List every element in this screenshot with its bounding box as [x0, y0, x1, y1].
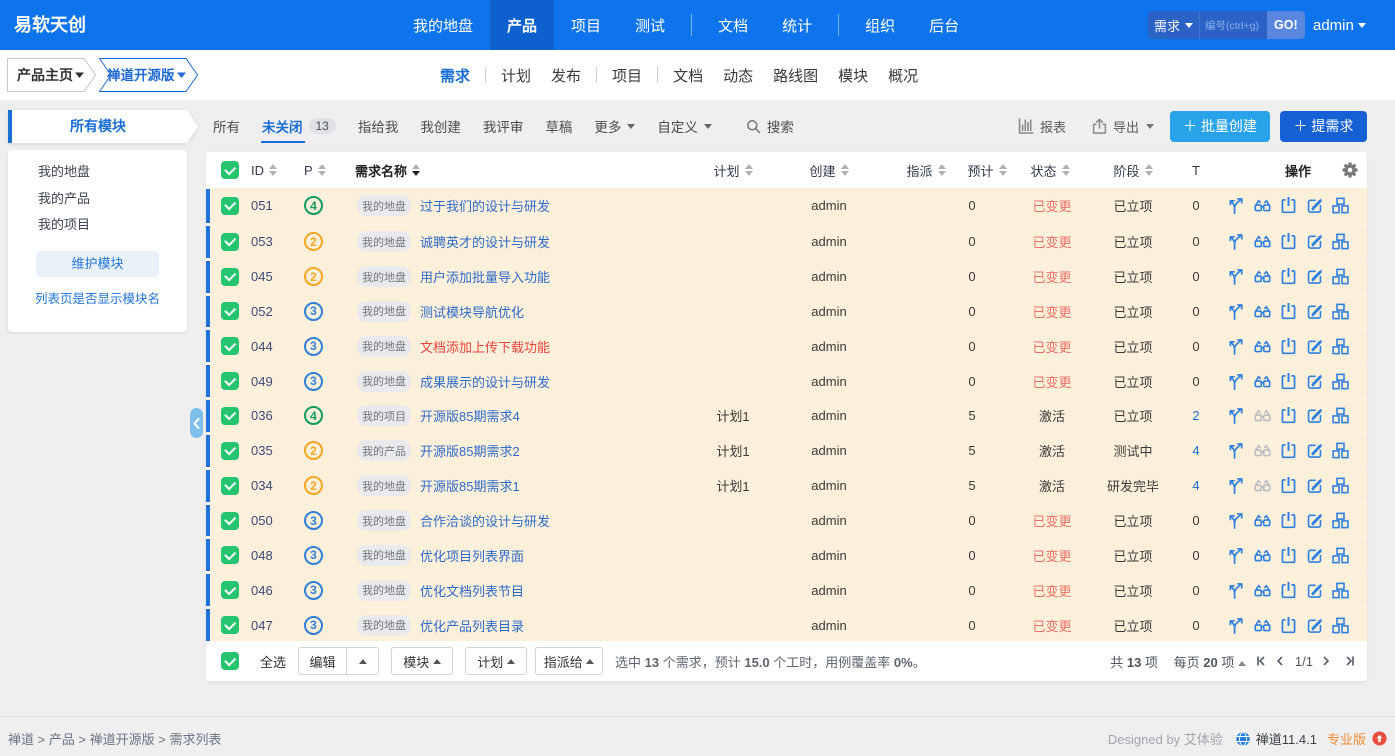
svg-text:禅道开源版: 禅道开源版: [106, 67, 175, 83]
svg-text:产品主页: 产品主页: [17, 67, 73, 83]
